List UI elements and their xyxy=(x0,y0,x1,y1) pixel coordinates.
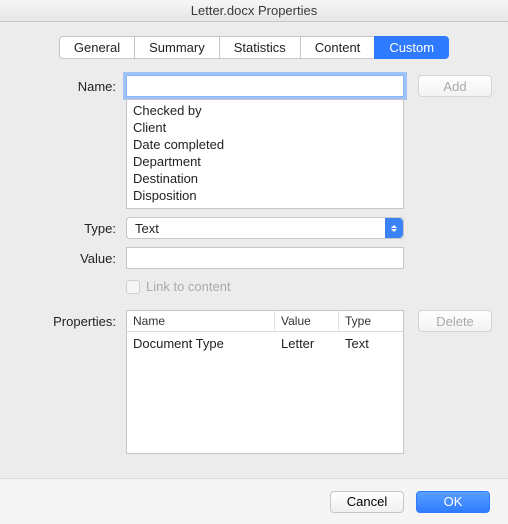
value-label: Value: xyxy=(16,247,126,266)
ok-button[interactable]: OK xyxy=(416,491,490,513)
tab-summary[interactable]: Summary xyxy=(134,36,220,59)
dialog-footer: Cancel OK xyxy=(0,478,508,524)
name-suggestion-list[interactable]: Checked by Client Date completed Departm… xyxy=(126,99,404,209)
tab-bar: General Summary Statistics Content Custo… xyxy=(16,36,492,59)
window-title: Letter.docx Properties xyxy=(0,0,508,22)
col-type[interactable]: Type xyxy=(339,311,403,331)
list-item[interactable]: Destination xyxy=(133,170,397,187)
cell-name: Document Type xyxy=(127,332,275,355)
link-to-content-checkbox xyxy=(126,280,140,294)
tab-general[interactable]: General xyxy=(59,36,135,59)
type-select-value: Text xyxy=(135,221,159,236)
cell-type: Text xyxy=(339,332,403,355)
properties-label: Properties: xyxy=(16,310,126,329)
list-item[interactable]: Disposition xyxy=(133,187,397,204)
cancel-button[interactable]: Cancel xyxy=(330,491,404,513)
link-to-content-label: Link to content xyxy=(146,279,231,294)
table-row[interactable]: Document Type Letter Text xyxy=(127,332,403,355)
properties-table[interactable]: Name Value Type Document Type Letter Tex… xyxy=(126,310,404,454)
delete-button[interactable]: Delete xyxy=(418,310,492,332)
tab-content[interactable]: Content xyxy=(300,36,376,59)
chevron-updown-icon xyxy=(385,218,403,238)
cell-value: Letter xyxy=(275,332,339,355)
type-label: Type: xyxy=(16,217,126,236)
col-name[interactable]: Name xyxy=(127,311,275,331)
list-item[interactable]: Date completed xyxy=(133,136,397,153)
list-item[interactable]: Checked by xyxy=(133,102,397,119)
add-button[interactable]: Add xyxy=(418,75,492,97)
name-label: Name: xyxy=(16,75,126,94)
col-value[interactable]: Value xyxy=(275,311,339,331)
value-input[interactable] xyxy=(126,247,404,269)
tab-statistics[interactable]: Statistics xyxy=(219,36,301,59)
type-select[interactable]: Text xyxy=(126,217,404,239)
list-item[interactable]: Department xyxy=(133,153,397,170)
list-item[interactable]: Client xyxy=(133,119,397,136)
tab-custom[interactable]: Custom xyxy=(374,36,449,59)
name-input[interactable] xyxy=(126,75,404,97)
